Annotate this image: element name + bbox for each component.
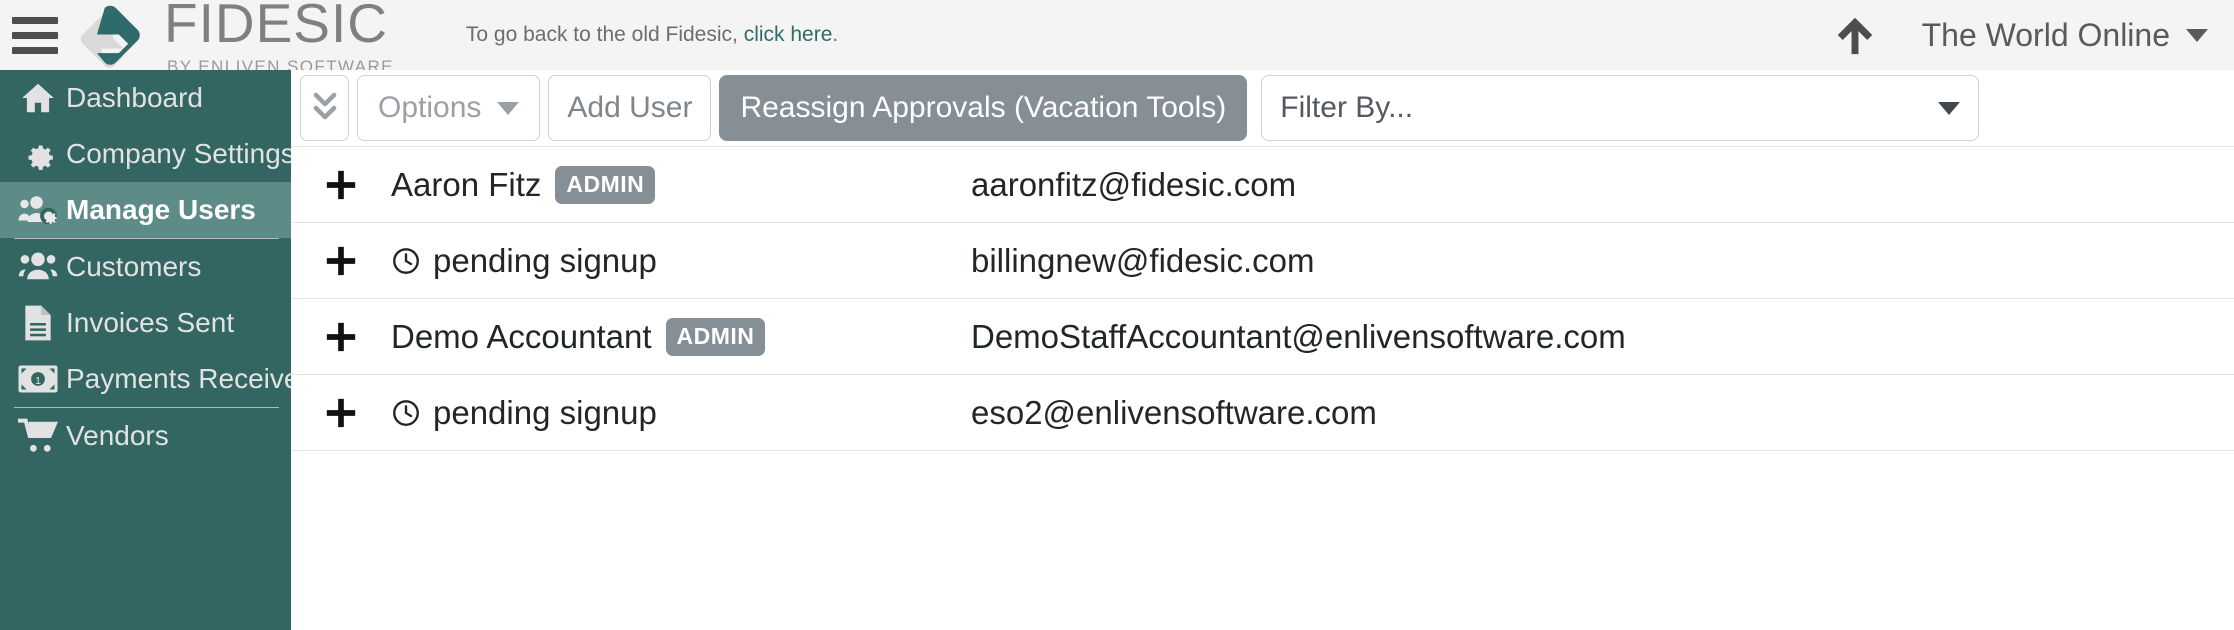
user-email: aaronfitz@fidesic.com bbox=[971, 165, 1297, 203]
sidebar-label: Customers bbox=[66, 251, 202, 282]
hamburger-bar bbox=[12, 46, 58, 54]
add-user-label: Add User bbox=[567, 91, 693, 124]
legacy-notice-period: . bbox=[832, 23, 839, 46]
user-name-cell: pending signup bbox=[391, 242, 971, 280]
options-dropdown-button[interactable]: Options bbox=[357, 75, 541, 141]
svg-text:1: 1 bbox=[35, 375, 41, 387]
users-icon bbox=[10, 248, 66, 286]
toolbar: Options Add User Reassign Approvals (Vac… bbox=[291, 70, 2234, 146]
gear-icon bbox=[10, 135, 66, 173]
top-bar: FIDESIC BY ENLIVEN SOFTWARE To go back t… bbox=[0, 0, 2234, 75]
reassign-label: Reassign Approvals (Vacation Tools) bbox=[740, 91, 1227, 124]
hamburger-menu-icon[interactable] bbox=[12, 15, 58, 55]
plus-icon bbox=[326, 246, 356, 275]
user-email: billingnew@fidesic.com bbox=[971, 241, 1315, 279]
expand-row-button[interactable] bbox=[291, 244, 391, 278]
user-email: DemoStaffAccountant@enlivensoftware.com bbox=[971, 317, 1626, 355]
user-name: pending signup bbox=[433, 393, 657, 431]
sidebar-label: Company Settings bbox=[66, 138, 291, 169]
expand-row-button[interactable] bbox=[291, 320, 391, 354]
up-arrow-icon[interactable] bbox=[1832, 12, 1878, 58]
user-name-cell: Aaron Fitz ADMIN bbox=[391, 165, 971, 204]
account-menu[interactable]: The World Online bbox=[1922, 17, 2208, 54]
sidebar-item-manage-users[interactable]: Manage Users bbox=[0, 182, 291, 238]
chevron-down-icon bbox=[1938, 101, 1961, 115]
account-name: The World Online bbox=[1921, 16, 2170, 53]
user-name: pending signup bbox=[433, 241, 657, 279]
top-bar-right: The World Online bbox=[1832, 12, 2234, 58]
legacy-notice: To go back to the old Fidesic, click her… bbox=[466, 23, 838, 47]
options-label: Options bbox=[378, 91, 482, 124]
sidebar-label: Invoices Sent bbox=[66, 307, 235, 338]
fidesic-logo-icon bbox=[80, 5, 140, 68]
plus-icon bbox=[326, 322, 356, 351]
pending-status: pending signup bbox=[391, 394, 657, 432]
sidebar-item-company-settings[interactable]: Company Settings bbox=[0, 126, 291, 182]
brand-logo[interactable]: FIDESIC BY ENLIVEN SOFTWARE bbox=[72, 0, 394, 75]
users-table: Aaron Fitz ADMIN aaronfitz@fidesic.com p… bbox=[291, 146, 2234, 451]
clock-icon bbox=[393, 247, 419, 274]
old-fidesic-link[interactable]: click here bbox=[744, 23, 833, 46]
table-row[interactable]: pending signup eso2@enlivensoftware.com bbox=[291, 375, 2234, 451]
sidebar-label: Vendors bbox=[66, 420, 169, 451]
sidebar-item-payments-received[interactable]: 1 Payments Received bbox=[0, 351, 291, 407]
user-name: Demo Accountant bbox=[391, 317, 652, 355]
filter-by-label: Filter By... bbox=[1280, 91, 1414, 124]
document-icon bbox=[10, 304, 66, 342]
table-row[interactable]: Demo Accountant ADMIN DemoStaffAccountan… bbox=[291, 299, 2234, 375]
sidebar-label: Manage Users bbox=[66, 194, 256, 225]
table-row[interactable]: pending signup billingnew@fidesic.com bbox=[291, 223, 2234, 299]
users-gear-icon bbox=[10, 191, 66, 229]
collapse-all-button[interactable] bbox=[300, 75, 349, 141]
pending-status: pending signup bbox=[391, 242, 657, 280]
home-icon bbox=[10, 79, 66, 117]
sidebar: Dashboard Company Settings Manage Users bbox=[0, 70, 291, 630]
legacy-notice-text: To go back to the old Fidesic, bbox=[465, 23, 744, 46]
expand-row-button[interactable] bbox=[291, 396, 391, 430]
add-user-button[interactable]: Add User bbox=[548, 75, 712, 141]
reassign-approvals-button[interactable]: Reassign Approvals (Vacation Tools) bbox=[719, 75, 1248, 141]
double-chevron-down-icon bbox=[313, 92, 336, 120]
filter-by-select[interactable]: Filter By... bbox=[1261, 75, 1980, 141]
plus-icon bbox=[326, 398, 356, 427]
hamburger-bar bbox=[12, 16, 58, 24]
sidebar-item-customers[interactable]: Customers bbox=[0, 239, 291, 295]
expand-row-button[interactable] bbox=[291, 168, 391, 202]
clock-icon bbox=[393, 399, 419, 426]
user-email: eso2@enlivensoftware.com bbox=[971, 393, 1377, 431]
user-name-cell: Demo Accountant ADMIN bbox=[391, 317, 971, 356]
money-bill-icon: 1 bbox=[10, 362, 66, 396]
sidebar-item-invoices-sent[interactable]: Invoices Sent bbox=[0, 295, 291, 351]
user-name-cell: pending signup bbox=[391, 394, 971, 432]
table-row[interactable]: Aaron Fitz ADMIN aaronfitz@fidesic.com bbox=[291, 147, 2234, 223]
brand-title: FIDESIC bbox=[164, 0, 388, 54]
sidebar-label: Dashboard bbox=[66, 82, 203, 113]
main-content: Options Add User Reassign Approvals (Vac… bbox=[291, 70, 2234, 630]
hamburger-bar bbox=[12, 31, 58, 39]
sidebar-label: Payments Received bbox=[66, 363, 291, 394]
sidebar-item-dashboard[interactable]: Dashboard bbox=[0, 70, 291, 126]
user-name: Aaron Fitz bbox=[391, 165, 542, 203]
status-badge: ADMIN bbox=[665, 317, 766, 356]
plus-icon bbox=[326, 170, 356, 199]
sidebar-item-vendors[interactable]: Vendors bbox=[0, 408, 291, 464]
chevron-down-icon bbox=[497, 101, 520, 115]
cart-icon bbox=[10, 418, 66, 454]
status-badge: ADMIN bbox=[555, 165, 656, 204]
chevron-down-icon bbox=[2186, 28, 2208, 42]
